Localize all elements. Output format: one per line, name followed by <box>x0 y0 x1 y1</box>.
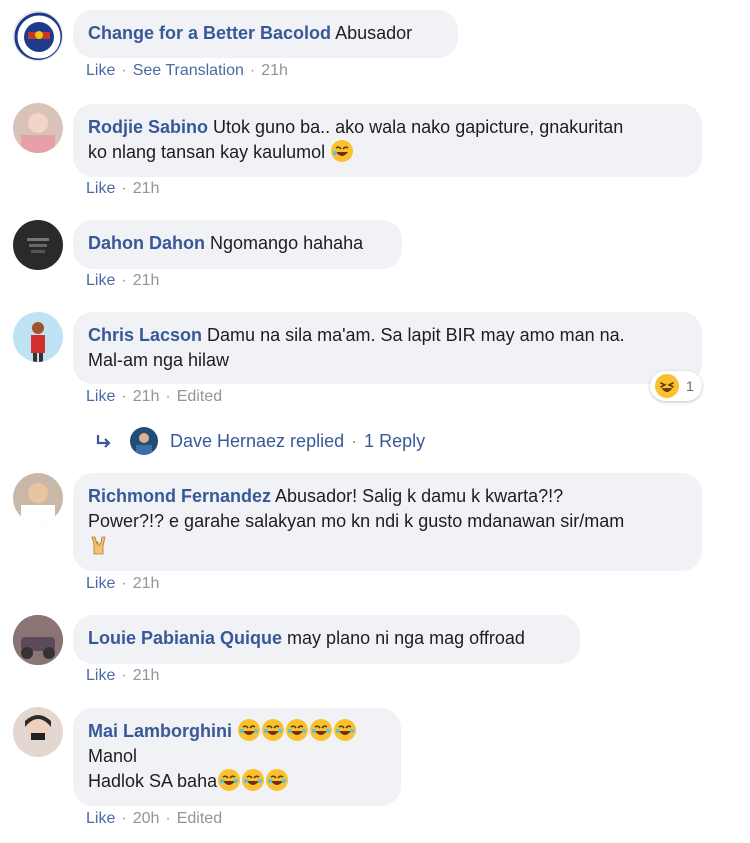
avatar[interactable] <box>13 11 63 61</box>
comment-text: Abusador! Salig k damu k kwarta?!? <box>275 486 564 506</box>
comment-text: Mal-am nga hilaw <box>88 350 230 370</box>
comment-actions: Like · 21h <box>86 180 160 197</box>
laughing-emoji-icon <box>655 374 679 398</box>
comment-actions: Like · 21h · Edited <box>86 388 223 405</box>
laughing-emoji-icon <box>237 719 357 741</box>
reply-count[interactable]: 1 Reply <box>364 431 425 452</box>
like-button[interactable]: Like <box>86 575 115 592</box>
avatar[interactable] <box>13 103 63 153</box>
comment-time[interactable]: 21h <box>133 667 160 684</box>
comment-bubble: Richmond Fernandez Abusador! Salig k dam… <box>73 473 702 571</box>
comment-text: Ngomango hahaha <box>210 233 364 253</box>
reply-arrow-icon <box>96 435 111 448</box>
comment-bubble: Dahon Dahon Ngomango hahaha <box>73 220 402 269</box>
comment-author[interactable]: Chris Lacson <box>88 325 202 345</box>
comment-author[interactable]: Louie Pabiania Quique <box>88 628 282 648</box>
comment-actions: Like · 20h · Edited <box>86 810 223 827</box>
rock-on-hand-icon <box>88 534 110 556</box>
reply-summary[interactable]: Dave Hernaez replied <box>170 431 344 452</box>
avatar <box>130 427 158 455</box>
rolling-laugh-emoji-icon <box>331 140 354 162</box>
comment-author[interactable]: Mai Lamborghini <box>88 721 232 741</box>
see-translation-link[interactable]: See Translation <box>133 62 244 79</box>
comment-text: Power?!? e garahe salakyan mo kn ndi k g… <box>88 511 625 531</box>
avatar[interactable] <box>13 220 63 270</box>
like-button[interactable]: Like <box>86 810 115 827</box>
edited-label[interactable]: Edited <box>177 810 222 827</box>
comment-bubble: Mai Lamborghini Manol Hadlok SA baha <box>73 708 401 806</box>
comment-time[interactable]: 21h <box>261 62 288 79</box>
comment-text: Damu na sila ma'am. Sa lapit BIR may amo… <box>207 325 625 345</box>
comment-actions: Like · 21h <box>86 272 160 289</box>
comment-text: may plano ni nga mag offroad <box>287 628 525 648</box>
reaction-summary[interactable]: 1 <box>650 371 702 401</box>
like-button[interactable]: Like <box>86 667 115 684</box>
like-button[interactable]: Like <box>86 180 115 197</box>
comment-author[interactable]: Dahon Dahon <box>88 233 205 253</box>
like-button[interactable]: Like <box>86 62 115 79</box>
avatar[interactable] <box>13 473 63 523</box>
like-button[interactable]: Like <box>86 272 115 289</box>
comment-actions: Like · See Translation · 21h <box>86 62 288 79</box>
comment-time[interactable]: 21h <box>133 575 160 592</box>
avatar[interactable] <box>13 615 63 665</box>
comment-author[interactable]: Richmond Fernandez <box>88 486 271 506</box>
laughing-emoji-icon <box>217 769 289 791</box>
comment-time[interactable]: 21h <box>133 272 160 289</box>
comment-bubble: Change for a Better Bacolod Abusador <box>73 10 458 58</box>
comment-author[interactable]: Rodjie Sabino <box>88 117 208 137</box>
comment-text: Manol <box>88 746 138 766</box>
comment-bubble: Louie Pabiania Quique may plano ni nga m… <box>73 615 580 664</box>
comment-actions: Like · 21h <box>86 667 160 684</box>
reaction-count: 1 <box>686 378 694 394</box>
comment-text: Abusador <box>335 23 413 43</box>
comment-actions: Like · 21h <box>86 575 160 592</box>
avatar[interactable] <box>13 312 63 362</box>
comment-time[interactable]: 20h <box>133 810 160 827</box>
comment-bubble: Chris Lacson Damu na sila ma'am. Sa lapi… <box>73 312 702 384</box>
comment-text: Hadlok SA baha <box>88 771 218 791</box>
view-replies-link[interactable]: Dave Hernaez replied · 1 Reply <box>94 426 425 456</box>
comment-text: ko nlang tansan kay kaulumol <box>88 142 326 162</box>
edited-label[interactable]: Edited <box>177 388 222 405</box>
like-button[interactable]: Like <box>86 388 115 405</box>
avatar[interactable] <box>13 707 63 757</box>
comment-bubble: Rodjie Sabino Utok guno ba.. ako wala na… <box>73 104 702 177</box>
comment-text: Utok guno ba.. ako wala nako gapicture, … <box>213 117 624 137</box>
comment-time[interactable]: 21h <box>133 180 160 197</box>
comment-author[interactable]: Change for a Better Bacolod <box>88 23 331 43</box>
comment-time[interactable]: 21h <box>133 388 160 405</box>
